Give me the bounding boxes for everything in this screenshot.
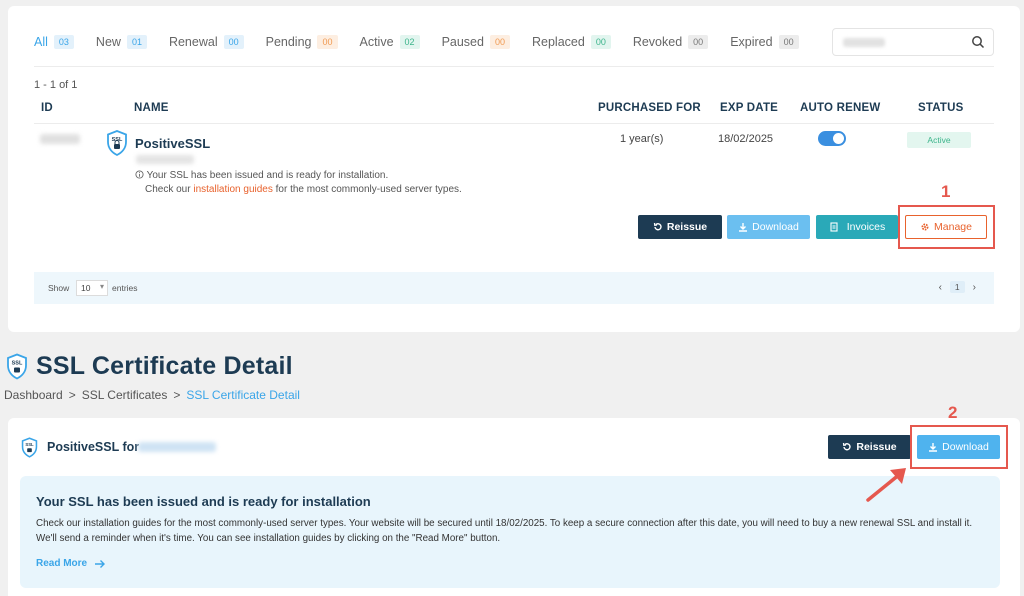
auto-renew-toggle[interactable] <box>818 131 846 146</box>
reissue-button[interactable]: Reissue <box>638 215 722 239</box>
breadcrumb-current: SSL Certificate Detail <box>186 388 300 402</box>
install-guide-note: Check our installation guides for the mo… <box>145 184 462 195</box>
redacted-search-text <box>843 38 885 47</box>
svg-text:SSL: SSL <box>25 442 34 447</box>
col-header-purchased: PURCHASED FOR <box>598 102 701 114</box>
pagination: ‹ 1 › <box>939 281 976 293</box>
invoices-button[interactable]: Invoices <box>816 215 898 239</box>
tab-count: 00 <box>489 35 510 49</box>
step-2-label: 2 <box>948 403 958 422</box>
tab-count: 02 <box>399 35 420 49</box>
download-icon <box>739 223 748 232</box>
chevron-right-icon[interactable]: › <box>973 282 976 293</box>
col-header-status: STATUS <box>918 102 964 114</box>
breadcrumb: Dashboard > SSL Certificates > SSL Certi… <box>4 388 300 402</box>
tab-count: 00 <box>688 35 709 49</box>
col-header-name: NAME <box>134 102 169 114</box>
breadcrumb-dashboard[interactable]: Dashboard <box>4 388 63 402</box>
tab-replaced[interactable]: Replaced 00 <box>532 35 611 49</box>
read-more-link[interactable]: Read More <box>36 558 106 569</box>
info-title: Your SSL has been issued and is ready fo… <box>36 494 371 509</box>
tab-count: 03 <box>53 35 74 49</box>
issued-note: Your SSL has been issued and is ready fo… <box>135 170 388 181</box>
chevron-left-icon[interactable]: ‹ <box>939 282 942 293</box>
download-button[interactable]: Download <box>727 215 810 239</box>
pointer-arrow-icon <box>866 468 906 502</box>
tab-revoked[interactable]: Revoked 00 <box>633 35 709 49</box>
download-icon <box>929 443 938 452</box>
reissue-icon <box>653 222 662 231</box>
redacted-domain <box>138 442 216 452</box>
col-header-id: ID <box>41 102 53 114</box>
entries-select[interactable]: 10 <box>76 280 108 296</box>
divider <box>34 66 994 67</box>
info-text: Check our installation guides for the mo… <box>36 518 973 544</box>
installation-guides-link[interactable]: installation guides <box>193 184 273 195</box>
ssl-shield-icon: SSL <box>21 437 38 458</box>
info-icon <box>135 170 144 179</box>
tab-expired[interactable]: Expired 00 <box>730 35 799 49</box>
exp-date-value: 18/02/2025 <box>718 133 774 145</box>
tab-paused[interactable]: Paused 00 <box>442 35 510 49</box>
arrow-right-icon <box>95 559 106 568</box>
result-count: 1 - 1 of 1 <box>34 79 78 91</box>
page-1-button[interactable]: 1 <box>949 281 965 293</box>
purchased-for-value: 1 year(s) <box>620 133 664 145</box>
search-input[interactable] <box>832 28 994 56</box>
redacted-domain <box>136 155 194 164</box>
product-name: PositiveSSL <box>135 136 211 151</box>
ssl-shield-icon: SSL <box>7 353 27 380</box>
detail-download-button[interactable]: Download <box>917 435 1000 459</box>
svg-text:SSL: SSL <box>112 137 123 143</box>
page-header: SSL SSL Certificate Detail <box>6 352 293 381</box>
col-header-exp-date: EXP DATE <box>720 102 779 114</box>
manage-button[interactable]: Manage <box>905 215 987 239</box>
divider <box>34 123 994 124</box>
redacted-order-id <box>40 134 80 144</box>
invoice-icon <box>830 222 838 232</box>
tab-count: 00 <box>223 35 244 49</box>
detail-product-title: PositiveSSL for <box>47 440 140 454</box>
issued-info-box: Your SSL has been issued and is ready fo… <box>20 476 1000 588</box>
col-header-auto-renew: AUTO RENEW <box>800 102 881 114</box>
step-1-label: 1 <box>941 182 951 201</box>
gear-icon <box>921 223 929 231</box>
page-title: SSL Certificate Detail <box>36 352 293 380</box>
tab-pending[interactable]: Pending 00 <box>266 35 338 49</box>
search-icon <box>972 36 985 49</box>
ssl-shield-icon: SSL <box>107 130 127 156</box>
tab-count: 00 <box>590 35 611 49</box>
tab-count: 01 <box>126 35 147 49</box>
status-tabs: All 03 New 01 Renewal 00 Pending 00 Active 02… <box>34 30 821 54</box>
reissue-icon <box>843 442 852 451</box>
tab-all[interactable]: All 03 <box>34 35 74 49</box>
table-footer: Show 10 entries ‹ 1 › <box>34 272 994 304</box>
tab-new[interactable]: New 01 <box>96 35 147 49</box>
status-badge: Active <box>907 132 971 148</box>
tab-active[interactable]: Active 02 <box>360 35 420 49</box>
tab-count: 00 <box>317 35 338 49</box>
breadcrumb-ssl-certificates[interactable]: SSL Certificates <box>82 388 168 402</box>
tab-count: 00 <box>778 35 799 49</box>
detail-reissue-button[interactable]: Reissue <box>828 435 911 459</box>
tab-renewal[interactable]: Renewal 00 <box>169 35 244 49</box>
svg-text:SSL: SSL <box>12 361 23 367</box>
